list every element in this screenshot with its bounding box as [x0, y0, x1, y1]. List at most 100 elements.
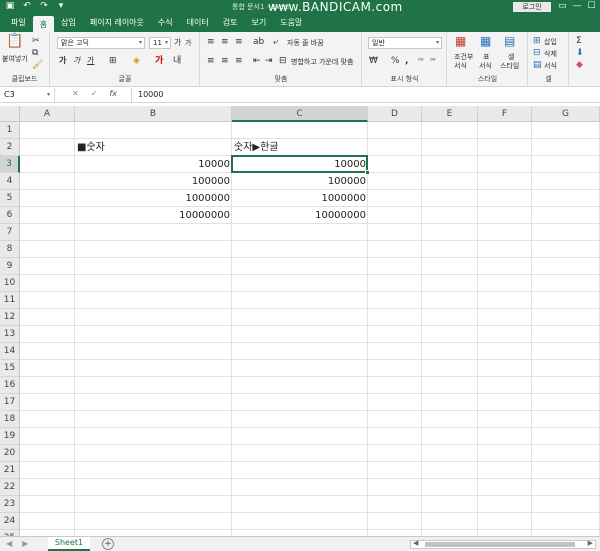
row-header-20[interactable]: 20	[0, 445, 20, 462]
row-header-22[interactable]: 22	[0, 479, 20, 496]
row-header-16[interactable]: 16	[0, 377, 20, 394]
cell-b2[interactable]: ■숫자	[75, 139, 232, 156]
clear-icon[interactable]: ◆	[576, 60, 583, 70]
row-header-24[interactable]: 24	[0, 513, 20, 530]
scrollbar-thumb[interactable]	[425, 542, 575, 547]
ribbon-display-icon[interactable]: ▭	[558, 1, 567, 11]
row-header-5[interactable]: 5	[0, 190, 20, 207]
next-sheet-icon[interactable]: ▶	[22, 539, 28, 548]
undo-icon[interactable]: ↶	[21, 1, 33, 11]
conditional-format-label-2[interactable]: 서식	[454, 61, 467, 71]
formula-input[interactable]: 10000	[131, 88, 600, 102]
row-header-13[interactable]: 13	[0, 326, 20, 343]
row-header-12[interactable]: 12	[0, 309, 20, 326]
currency-icon[interactable]: ₩	[369, 56, 378, 66]
merge-center-button[interactable]: 병합하고 가운데 맞춤	[291, 57, 353, 67]
column-header-f[interactable]: F	[478, 106, 532, 122]
conditional-format-icon[interactable]: ▦	[455, 35, 466, 47]
font-name-select[interactable]: 맑은 고딕 ▾	[57, 37, 145, 49]
cell-styles-label-2[interactable]: 스타일	[500, 61, 519, 71]
align-center-icon[interactable]: ≡	[221, 56, 229, 66]
row-header-21[interactable]: 21	[0, 462, 20, 479]
column-header-c[interactable]: C	[232, 106, 368, 122]
cell-c4[interactable]: 100000	[232, 173, 368, 190]
insert-cells-button[interactable]: 삽입	[544, 37, 557, 47]
row-header-11[interactable]: 11	[0, 292, 20, 309]
customize-icon[interactable]: ▾	[55, 1, 67, 11]
table-format-label-2[interactable]: 서식	[479, 61, 492, 71]
cell-c6[interactable]: 10000000	[232, 207, 368, 224]
function-icon[interactable]: fx	[109, 89, 117, 98]
insert-cells-icon[interactable]: ⊞	[533, 36, 541, 46]
cell-b3[interactable]: 10000	[75, 156, 232, 173]
redo-icon[interactable]: ↷	[38, 1, 50, 11]
decrease-decimal-icon[interactable]: ⁰⁰	[430, 56, 436, 66]
decrease-indent-icon[interactable]: ⇤	[253, 56, 261, 66]
cancel-icon[interactable]: ✕	[72, 89, 79, 98]
middle-align-icon[interactable]: ≡	[221, 37, 229, 47]
font-color-icon[interactable]: 가	[155, 56, 163, 66]
column-header-e[interactable]: E	[422, 106, 478, 122]
underline-button[interactable]: 가	[87, 56, 94, 66]
login-button[interactable]: 로그인	[513, 2, 551, 12]
number-format-select[interactable]: 일반 ▾	[368, 37, 442, 49]
cell-b6[interactable]: 10000000	[75, 207, 232, 224]
tab-insert[interactable]: 삽입	[54, 17, 83, 32]
wrap-text-button[interactable]: 자동 줄 바꿈	[287, 38, 324, 48]
enter-icon[interactable]: ✓	[91, 89, 98, 98]
row-header-8[interactable]: 8	[0, 241, 20, 258]
fill-icon[interactable]: ⬇	[576, 48, 584, 58]
bold-button[interactable]: 가	[59, 56, 66, 66]
select-all-corner[interactable]	[0, 106, 20, 122]
cell-b4[interactable]: 100000	[75, 173, 232, 190]
column-header-a[interactable]: A	[20, 106, 75, 122]
row-header-10[interactable]: 10	[0, 275, 20, 292]
tab-formulas[interactable]: 수식	[151, 17, 180, 32]
cell-styles-icon[interactable]: ▤	[504, 35, 515, 47]
paste-button[interactable]: 붙여넣기	[2, 54, 28, 64]
decrease-font-icon[interactable]: 가	[185, 38, 191, 48]
align-left-icon[interactable]: ≡	[207, 56, 215, 66]
column-header-g[interactable]: G	[532, 106, 600, 122]
cell-c5[interactable]: 1000000	[232, 190, 368, 207]
align-right-icon[interactable]: ≡	[235, 56, 243, 66]
increase-font-icon[interactable]: 가	[174, 38, 181, 48]
fill-color-icon[interactable]: ◈	[133, 56, 140, 66]
tab-help[interactable]: 도움말	[273, 17, 309, 32]
row-header-9[interactable]: 9	[0, 258, 20, 275]
fill-handle[interactable]	[365, 170, 370, 175]
top-align-icon[interactable]: ≡	[207, 37, 215, 47]
row-header-15[interactable]: 15	[0, 360, 20, 377]
tab-review[interactable]: 검토	[216, 17, 245, 32]
tab-page-layout[interactable]: 페이지 레이아웃	[83, 17, 151, 32]
row-header-17[interactable]: 17	[0, 394, 20, 411]
tab-data[interactable]: 데이터	[180, 17, 216, 32]
cut-icon[interactable]: ✂	[32, 36, 40, 46]
row-header-18[interactable]: 18	[0, 411, 20, 428]
scroll-left-icon[interactable]: ◀	[413, 539, 418, 547]
row-header-7[interactable]: 7	[0, 224, 20, 241]
column-header-b[interactable]: B	[75, 106, 232, 122]
increase-indent-icon[interactable]: ⇥	[265, 56, 273, 66]
bottom-align-icon[interactable]: ≡	[235, 37, 243, 47]
autosum-icon[interactable]: Σ	[576, 36, 582, 46]
row-header-2[interactable]: 2	[0, 139, 20, 156]
format-cells-button[interactable]: 서식	[544, 61, 557, 71]
add-sheet-button[interactable]: +	[102, 538, 114, 550]
column-header-d[interactable]: D	[368, 106, 422, 122]
italic-button[interactable]: 가	[73, 56, 80, 66]
format-painter-icon[interactable]: 🖌	[32, 60, 43, 70]
scroll-right-icon[interactable]: ▶	[588, 539, 593, 547]
cell-b5[interactable]: 1000000	[75, 190, 232, 207]
phonetic-icon[interactable]: 내	[173, 56, 181, 66]
prev-sheet-icon[interactable]: ◀	[6, 539, 12, 548]
percent-button[interactable]: %	[391, 56, 400, 66]
sheet-tab-sheet1[interactable]: Sheet1	[48, 537, 90, 551]
copy-icon[interactable]: ⧉	[32, 48, 38, 58]
row-header-3[interactable]: 3	[0, 156, 20, 173]
cell-c2[interactable]: 숫자▶한글	[232, 139, 368, 156]
merge-icon[interactable]: ⊟	[279, 56, 287, 66]
row-header-1[interactable]: 1	[0, 122, 20, 139]
delete-cells-icon[interactable]: ⊟	[533, 48, 541, 58]
format-cells-icon[interactable]: ▤	[533, 60, 542, 70]
